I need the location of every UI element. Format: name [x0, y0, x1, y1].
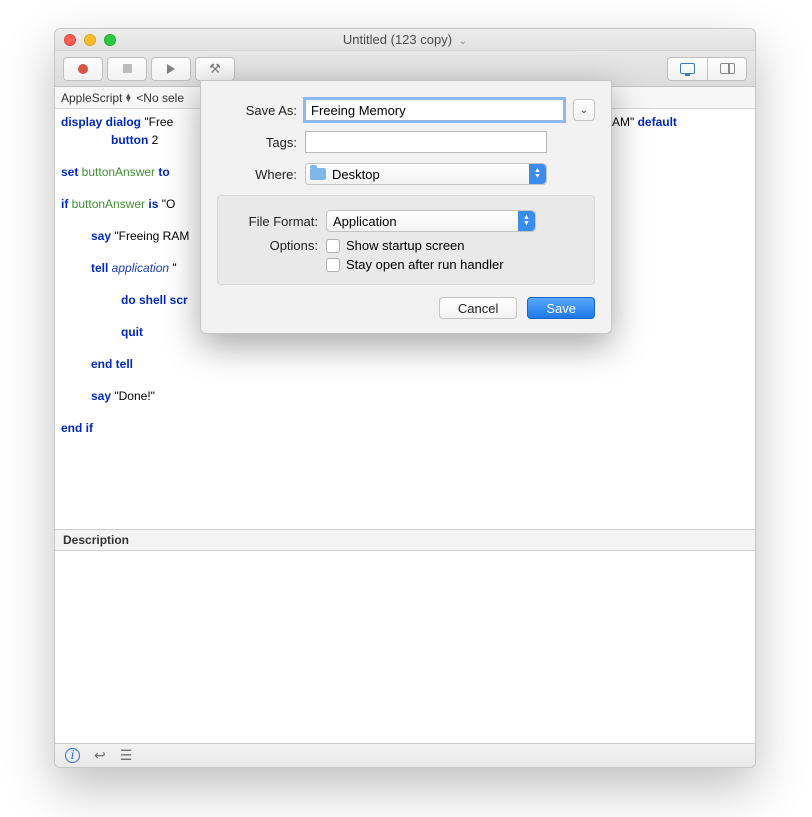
select-arrows-icon: ▲▼ — [529, 164, 546, 184]
stay-open-label: Stay open after run handler — [346, 257, 504, 272]
stop-icon — [123, 64, 132, 73]
folder-icon — [310, 168, 326, 180]
log-icon[interactable]: ☰ — [120, 747, 133, 764]
selection-indicator: <No sele — [136, 91, 184, 105]
panes-icon — [720, 63, 735, 74]
title-chevron-icon[interactable]: ⌄ — [459, 36, 467, 47]
description-header: Description — [55, 529, 755, 551]
expand-dialog-button[interactable]: ⌄ — [573, 99, 595, 121]
titlebar: Untitled (123 copy) ⌄ — [55, 29, 755, 51]
description-body[interactable] — [55, 551, 755, 743]
select-arrows-icon: ▲▼ — [518, 211, 535, 231]
description-header-label: Description — [63, 533, 129, 547]
view-mode-standard-button[interactable] — [667, 57, 707, 81]
language-label: AppleScript — [61, 91, 122, 105]
save-as-label: Save As: — [217, 103, 297, 118]
save-button[interactable]: Save — [527, 297, 595, 319]
show-startup-label: Show startup screen — [346, 238, 465, 253]
show-startup-checkbox[interactable] — [326, 239, 340, 253]
title-text: Untitled (123 copy) — [343, 32, 452, 47]
save-button-label: Save — [546, 301, 576, 316]
status-bar: i ↩ ☰ — [55, 743, 755, 767]
return-icon[interactable]: ↩ — [94, 747, 106, 764]
where-value: Desktop — [332, 167, 380, 182]
tags-label: Tags: — [217, 135, 297, 150]
cancel-button[interactable]: Cancel — [439, 297, 517, 319]
hammer-icon: ⚒ — [209, 61, 221, 77]
where-select[interactable]: Desktop ▲▼ — [305, 163, 547, 185]
file-options-section: File Format: Application ▲▼ Options: Sho… — [217, 195, 595, 285]
save-dialog: Save As: ⌄ Tags: Where: Desktop ▲▼ File … — [200, 80, 612, 334]
where-label: Where: — [217, 167, 297, 182]
run-button[interactable] — [151, 57, 191, 81]
chevron-down-icon: ⌄ — [580, 105, 588, 116]
language-selector[interactable]: AppleScript ▲▼ — [61, 91, 132, 105]
bundle-contents-button[interactable]: i — [65, 748, 80, 763]
stop-button[interactable] — [107, 57, 147, 81]
window-title: Untitled (123 copy) ⌄ — [55, 32, 755, 47]
view-mode-sidebar-button[interactable] — [707, 57, 747, 81]
screen-icon — [680, 63, 695, 74]
cancel-button-label: Cancel — [458, 301, 498, 316]
record-icon — [78, 64, 88, 74]
record-button[interactable] — [63, 57, 103, 81]
tags-input[interactable] — [305, 131, 547, 153]
file-format-label: File Format: — [230, 214, 318, 229]
save-as-input[interactable] — [305, 99, 564, 121]
play-icon — [167, 64, 175, 74]
file-format-value: Application — [333, 214, 397, 229]
options-label: Options: — [230, 238, 318, 253]
updown-icon: ▲▼ — [124, 94, 132, 102]
compile-button[interactable]: ⚒ — [195, 57, 235, 81]
file-format-select[interactable]: Application ▲▼ — [326, 210, 536, 232]
stay-open-checkbox[interactable] — [326, 258, 340, 272]
